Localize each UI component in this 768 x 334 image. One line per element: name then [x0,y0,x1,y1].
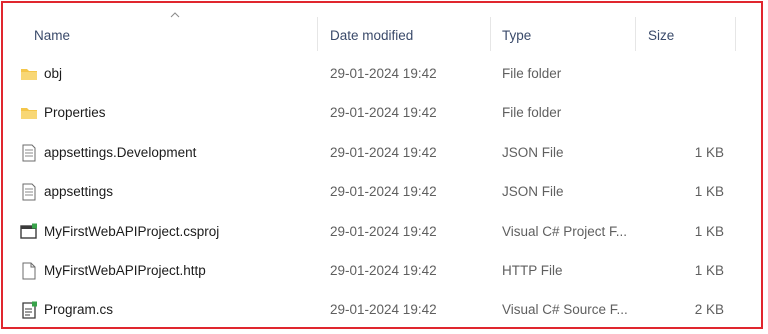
csharp-file-icon [22,301,37,319]
json-file-icon [22,183,36,201]
file-type: File folder [502,105,562,120]
file-type: File folder [502,66,562,81]
file-row[interactable]: MyFirstWebAPIProject.csproj 29-01-2024 1… [3,213,761,252]
file-name: MyFirstWebAPIProject.csproj [44,224,220,239]
file-row[interactable]: appsettings.Development 29-01-2024 19:42… [3,134,761,173]
file-size: 1 KB [694,145,724,160]
file-size: 1 KB [694,263,724,278]
file-date-modified: 29-01-2024 19:42 [330,224,437,239]
file-name: obj [44,66,63,81]
file-date-modified: 29-01-2024 19:42 [330,145,437,160]
file-row[interactable]: MyFirstWebAPIProject.http 29-01-2024 19:… [3,252,761,291]
file-name: MyFirstWebAPIProject.http [44,263,206,278]
file-date-modified: 29-01-2024 19:42 [330,105,437,120]
file-row[interactable]: appsettings 29-01-2024 19:42 JSON File 1… [3,173,761,212]
file-row[interactable]: obj 29-01-2024 19:42 File folder [3,55,761,94]
column-divider[interactable] [490,17,491,51]
file-type: JSON File [502,184,564,199]
file-date-modified: 29-01-2024 19:42 [330,302,437,317]
file-name: Properties [44,105,106,120]
file-type: Visual C# Source F... [502,302,628,317]
column-header-type[interactable]: Type [502,28,531,43]
file-size: 1 KB [694,184,724,199]
blank-file-icon [22,262,36,280]
file-name: Program.cs [44,302,114,317]
column-divider[interactable] [317,17,318,51]
file-row[interactable]: Program.cs 29-01-2024 19:42 Visual C# So… [3,291,761,330]
csproj-file-icon [20,223,37,239]
file-date-modified: 29-01-2024 19:42 [330,184,437,199]
file-list-view: Name Date modified Type Size obj 29-01-2… [1,1,763,329]
folder-icon [21,108,37,119]
column-divider[interactable] [735,17,736,51]
folder-icon [21,69,37,80]
file-date-modified: 29-01-2024 19:42 [330,263,437,278]
file-type: Visual C# Project F... [502,224,628,239]
chevron-up-icon[interactable] [170,12,180,18]
file-name: appsettings.Development [44,145,197,160]
file-type: HTTP File [502,263,563,278]
file-name: appsettings [44,184,114,199]
column-divider[interactable] [635,17,636,51]
file-type: JSON File [502,145,564,160]
column-header-name[interactable]: Name [34,28,70,43]
file-size: 2 KB [694,302,724,317]
file-row[interactable]: Properties 29-01-2024 19:42 File folder [3,94,761,133]
file-date-modified: 29-01-2024 19:42 [330,66,437,81]
column-header-size[interactable]: Size [648,28,674,43]
json-file-icon [22,144,36,162]
file-size: 1 KB [694,224,724,239]
column-header-date-modified[interactable]: Date modified [330,28,413,43]
